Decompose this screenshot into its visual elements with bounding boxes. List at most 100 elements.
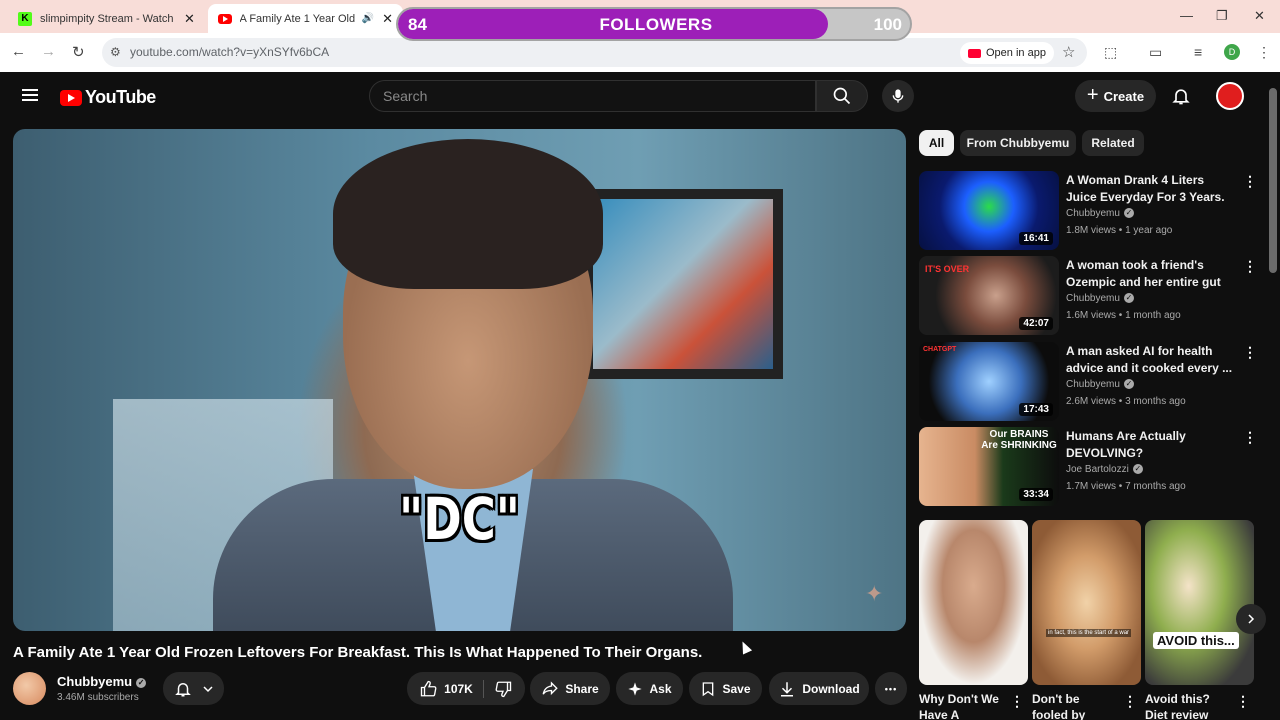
recommended-video[interactable]: IT'S OVER 42:07 A woman took a friend's … [919,256,1259,336]
search-field[interactable] [369,80,816,112]
channel-name-row[interactable]: Chubbyemu ✓ [57,674,147,689]
recommended-video[interactable]: Our BRAINS Are SHRINKING 33:34 Humans Ar… [919,427,1259,507]
open-in-app-button[interactable]: Open in app [960,42,1054,64]
browser-tab-kick[interactable]: K slimpimpity Stream - Watch Live ✕ [8,4,208,33]
short-thumbnail[interactable] [919,520,1028,685]
kebab-menu-icon[interactable]: ⋮ [1236,693,1250,710]
kebab-menu-icon[interactable]: ⋮ [1010,693,1024,710]
upload-age: 7 months ago [1125,481,1186,492]
bookmark-icon [703,681,714,696]
short-caption: in fact, this is the start of a war [1046,629,1132,637]
kebab-menu-icon[interactable]: ⋮ [1123,693,1137,710]
browser-tab-youtube[interactable]: A Family Ate 1 Year Old Frozen Leftovers… [208,4,403,33]
followers-current: 84 [408,15,427,34]
duration-badge: 42:07 [1019,317,1053,330]
share-label: Share [565,681,599,696]
close-tab-icon[interactable]: ✕ [184,11,195,27]
media-controls-icon[interactable]: ≡ [1194,44,1202,60]
guide-menu-icon[interactable] [22,89,38,101]
recommended-channel-row: Chubbyemu ✓ [1066,208,1134,219]
recommended-title[interactable]: A Woman Drank 4 Liters Juice Everyday Fo… [1066,172,1236,206]
save-button[interactable]: Save [689,672,762,705]
recommended-title[interactable]: Humans Are Actually DEVOLVING? [1066,428,1236,462]
site-info-icon[interactable]: ⚙ [110,45,121,59]
recommended-meta: 1.8M views • 1 year ago [1066,225,1173,236]
search-input[interactable] [383,81,803,111]
maximize-icon[interactable]: ❐ [1216,8,1228,24]
recommended-video[interactable]: CHATGPT 17:43 A man asked AI for health … [919,342,1259,422]
video-thumbnail[interactable]: Our BRAINS Are SHRINKING 33:34 [919,427,1059,506]
chip-all[interactable]: All [919,130,954,156]
bell-icon [174,682,191,696]
url-text[interactable]: youtube.com/watch?v=yXnSYfv6bCA [130,45,329,59]
logo-text: YouTube [85,87,156,107]
background-painting [583,189,783,379]
chip-from-channel[interactable]: From Chubbyemu [960,130,1076,156]
close-tab-icon[interactable]: ✕ [382,11,393,27]
view-count: 1.6M views [1066,310,1117,321]
recommended-meta: 1.7M views • 7 months ago [1066,481,1186,492]
profile-avatar[interactable]: D [1224,44,1240,60]
close-window-icon[interactable]: ✕ [1254,8,1265,24]
dislike-button[interactable] [494,680,512,698]
kebab-menu-icon[interactable]: ⋮ [1243,258,1257,275]
recommended-title[interactable]: A man asked AI for health advice and it … [1066,343,1236,377]
channel-avatar[interactable] [13,672,46,705]
search-icon [833,87,851,105]
youtube-logo[interactable]: YouTube [60,87,156,108]
bookmark-star-icon[interactable]: ☆ [1062,43,1075,61]
download-button[interactable]: Download [769,672,869,705]
chevron-down-icon [202,685,213,692]
recommended-video[interactable]: 16:41 A Woman Drank 4 Liters Juice Every… [919,171,1259,251]
upload-age: 1 year ago [1125,225,1173,236]
tab-title: A Family Ate 1 Year Old Frozen Leftovers [239,12,358,25]
create-button[interactable]: + Create [1075,80,1156,112]
chevron-right-icon [1248,614,1255,624]
kebab-menu-icon[interactable]: ⋮ [1243,173,1257,190]
short-title[interactable]: Avoid this? Diet review [1145,691,1230,720]
share-button[interactable]: Share [530,672,610,705]
bell-icon [1172,89,1190,105]
audio-playing-icon[interactable]: 🔊 [362,13,374,24]
address-bar[interactable]: ⚙ youtube.com/watch?v=yXnSYfv6bCA Open i… [102,38,1087,67]
short-thumbnail[interactable]: in fact, this is the start of a war [1032,520,1141,685]
subscriber-count: 3.46M subscribers [57,692,139,703]
chip-related[interactable]: Related [1082,130,1144,156]
more-actions-button[interactable]: ••• [875,672,907,705]
subscribed-notifications-button[interactable] [163,672,224,705]
short-title[interactable]: Don't be fooled by [1032,691,1117,720]
cast-icon[interactable]: ▭ [1149,44,1162,61]
back-icon[interactable]: ← [11,43,26,60]
search-button[interactable] [816,80,868,112]
kebab-menu-icon[interactable]: ⋮ [1243,344,1257,361]
like-button[interactable]: 107K [420,679,484,698]
video-thumbnail[interactable]: 16:41 [919,171,1059,250]
verified-icon: ✓ [1123,208,1134,218]
video-player[interactable]: "DC" ✦ [13,129,906,631]
browser-menu-icon[interactable]: ⋮ [1257,44,1271,61]
recommended-channel[interactable]: Chubbyemu [1066,208,1120,219]
ask-button[interactable]: Ask [616,672,683,705]
short-title[interactable]: Why Don't We Have A [919,691,1004,720]
recommended-channel-row: Chubbyemu ✓ [1066,379,1134,390]
minimize-icon[interactable]: — [1180,8,1193,23]
account-avatar[interactable] [1216,82,1244,110]
voice-search-button[interactable] [882,80,914,112]
recommended-channel[interactable]: Chubbyemu [1066,379,1120,390]
video-thumbnail[interactable]: IT'S OVER 42:07 [919,256,1059,335]
reload-icon[interactable]: ↻ [72,43,85,61]
notifications-button[interactable] [1171,86,1191,111]
page-scrollbar[interactable] [1269,88,1277,273]
thumbs-down-icon [495,681,512,697]
short-thumbnail[interactable]: AVOID this... [1145,520,1254,685]
video-thumbnail[interactable]: CHATGPT 17:43 [919,342,1059,421]
shorts-next-button[interactable] [1236,604,1266,634]
extensions-icon[interactable]: ⬚ [1104,44,1117,61]
recommended-title[interactable]: A woman took a friend's Ozempic and her … [1066,257,1236,291]
channel-watermark-icon[interactable]: ✦ [865,581,883,607]
recommended-channel[interactable]: Chubbyemu [1066,293,1120,304]
channel-name[interactable]: Chubbyemu [57,674,132,689]
forward-icon[interactable]: → [41,43,56,60]
kebab-menu-icon[interactable]: ⋮ [1243,429,1257,446]
recommended-channel[interactable]: Joe Bartolozzi [1066,464,1129,475]
